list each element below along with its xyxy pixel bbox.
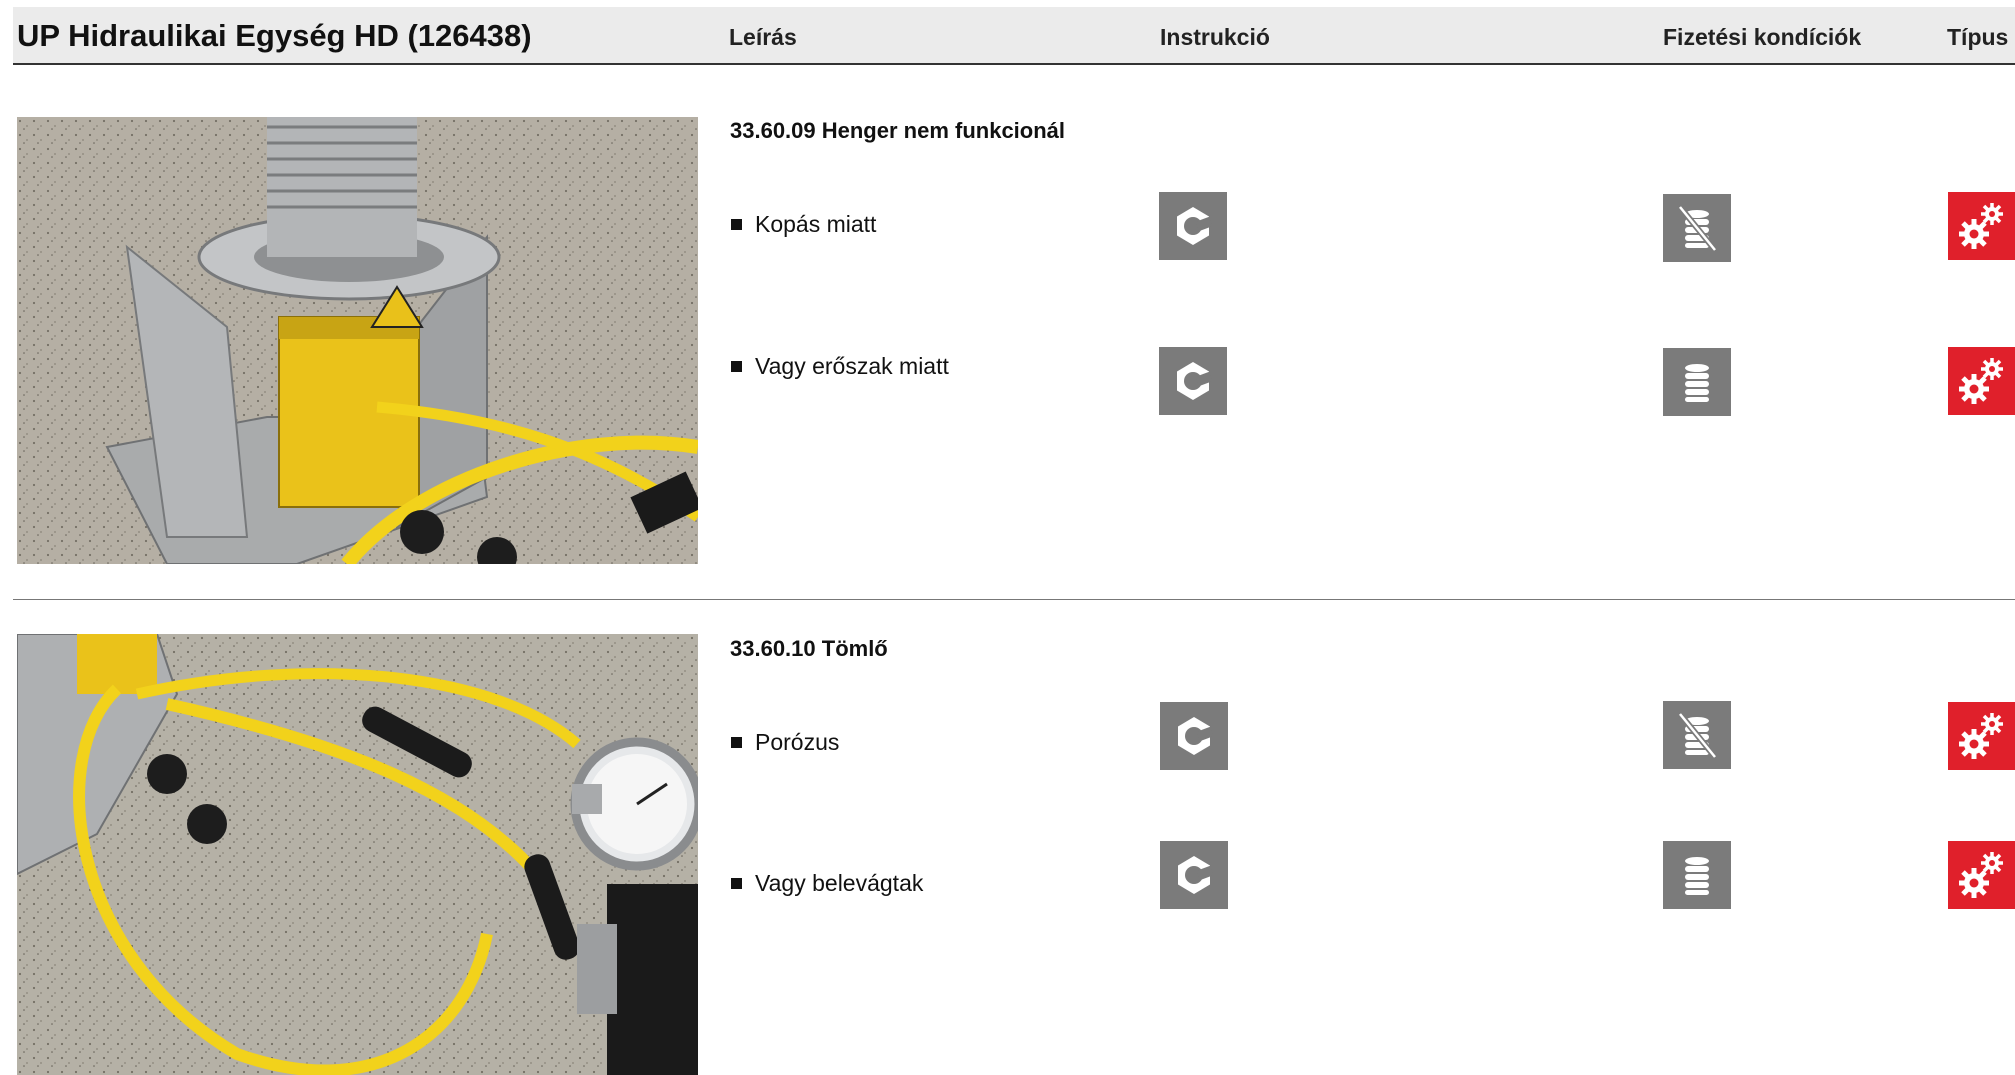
section-divider xyxy=(13,599,2015,600)
table-header: UP Hidraulikai Egység HD (126438) Leírás… xyxy=(13,7,2015,65)
bullet-square-icon xyxy=(731,737,742,748)
bullet-square-icon xyxy=(731,219,742,230)
hydraulic-hose-photo xyxy=(17,634,698,1075)
coins-crossed-icon[interactable] xyxy=(1663,701,1731,769)
coins-icon[interactable] xyxy=(1663,841,1731,909)
list-item: Vagy belevágtak xyxy=(731,870,923,897)
coins-icon[interactable] xyxy=(1663,348,1731,416)
gears-icon[interactable] xyxy=(1948,841,2015,909)
bullet-square-icon xyxy=(731,878,742,889)
page-title: UP Hidraulikai Egység HD (126438) xyxy=(17,18,532,53)
column-header-payment: Fizetési kondíciók xyxy=(1663,24,1862,50)
item-label: Vagy belevágtak xyxy=(755,870,924,896)
section-title: 33.60.10 Tömlő xyxy=(730,636,888,661)
column-header-description: Leírás xyxy=(729,24,797,50)
coins-crossed-icon[interactable] xyxy=(1663,194,1731,262)
list-item: Porózus xyxy=(731,729,839,756)
item-label: Kopás miatt xyxy=(755,211,877,237)
section-title: 33.60.09 Henger nem funkcionál xyxy=(730,118,1066,143)
bullet-square-icon xyxy=(731,361,742,372)
hex-nut-icon[interactable] xyxy=(1160,702,1228,770)
column-header-type: Típus xyxy=(1947,24,2009,50)
hex-nut-icon[interactable] xyxy=(1159,347,1227,415)
gears-icon[interactable] xyxy=(1948,192,2015,260)
list-item: Kopás miatt xyxy=(731,211,876,238)
column-header-instruction: Instrukció xyxy=(1160,24,1270,50)
list-item: Vagy erőszak miatt xyxy=(731,353,949,380)
hydraulic-cylinder-photo xyxy=(17,117,698,564)
gears-icon[interactable] xyxy=(1948,347,2015,415)
item-label: Porózus xyxy=(755,729,840,755)
hex-nut-icon[interactable] xyxy=(1159,192,1227,260)
hex-nut-icon[interactable] xyxy=(1160,841,1228,909)
item-label: Vagy erőszak miatt xyxy=(755,353,949,379)
gears-icon[interactable] xyxy=(1948,702,2015,770)
